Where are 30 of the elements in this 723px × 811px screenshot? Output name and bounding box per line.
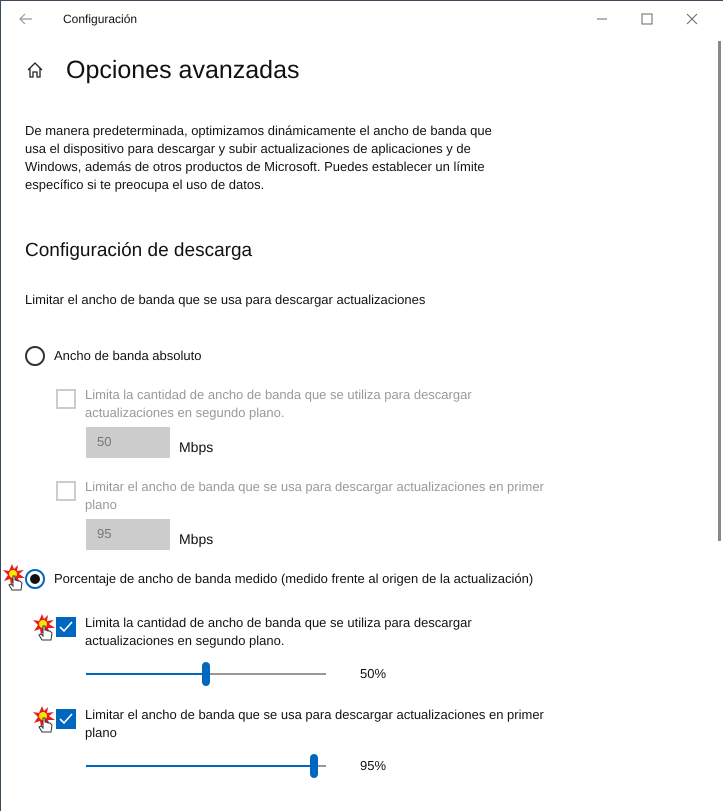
scrollbar[interactable] [718, 41, 721, 541]
slider-thumb[interactable] [202, 662, 210, 686]
checkbox-label: Limita la cantidad de ancho de banda que se utiliza para descargar actualizaciones en segundo plano. [85, 614, 473, 650]
slider-reading: 95% [360, 756, 386, 775]
unit-label: Mbps [179, 438, 214, 457]
checkbox-label: Limitar el ancho de banda que se usa para descargar actualizaciones en primer plano [85, 706, 545, 742]
checkbox[interactable] [56, 616, 76, 636]
slider-thumb[interactable] [310, 754, 318, 778]
unit-label: Mbps [179, 530, 214, 549]
radio-button[interactable] [25, 346, 45, 366]
close-icon[interactable] [686, 12, 698, 24]
page-title: Opciones avanzadas [66, 55, 300, 86]
slider-track[interactable] [86, 662, 326, 686]
back-arrow-icon[interactable] [19, 12, 33, 24]
radio-label: Ancho de banda absoluto [54, 346, 202, 365]
checkbox-label: Limita la cantidad de ancho de banda que se utiliza para descargar actualizaciones en segundo plano. [85, 386, 473, 422]
radio-label: Porcentaje de ancho de banda medido (medido frente al origen de la actualización) [54, 570, 534, 588]
slider-reading: 50% [360, 664, 386, 683]
description-text: De manera predeterminada, optimizamos dinámicamente el ancho de banda que usa el dispositivo para descargar y subir actualizaciones de aplicaciones y de Windows, además de otros productos de Microsoft. Puedes establecer un límite específico si te preocupa el uso de datos. [25, 122, 493, 194]
checkbox-label: Limitar el ancho de banda que se usa para descargar actualizaciones en primer plano [85, 478, 545, 514]
section-subtitle: Limitar el ancho de banda que se usa para descargar actualizaciones [25, 291, 426, 309]
home-icon[interactable] [26, 61, 44, 79]
section-heading: Configuración de descarga [25, 239, 254, 263]
maximize-icon[interactable] [641, 12, 653, 24]
checkbox[interactable] [56, 708, 76, 728]
slider-track[interactable] [86, 754, 326, 778]
window-title: Configuración [63, 10, 138, 28]
checkmark-icon [59, 712, 73, 724]
checkmark-icon [59, 620, 73, 632]
radio-button[interactable] [25, 568, 45, 588]
